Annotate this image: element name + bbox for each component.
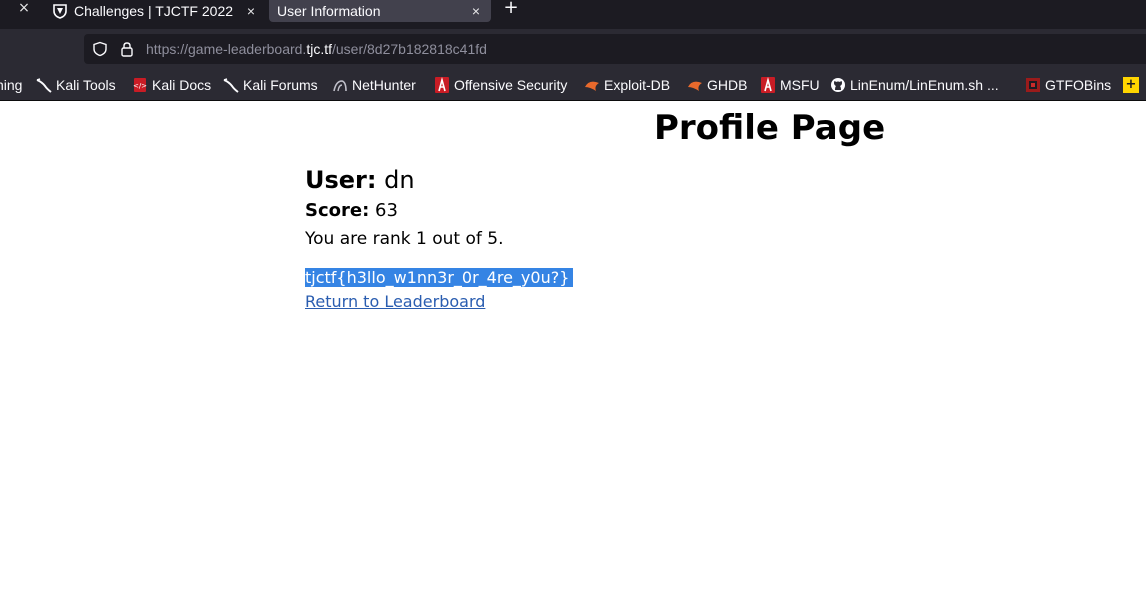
lock-icon[interactable] bbox=[119, 41, 135, 57]
offsec-icon bbox=[760, 76, 776, 93]
tab-label: User Information bbox=[277, 3, 381, 19]
bookmark-ghdb[interactable]: GHDB bbox=[687, 76, 747, 94]
bookmark-label: LinEnum/LinEnum.sh ... bbox=[850, 77, 999, 93]
user-line: User: dn bbox=[305, 166, 415, 194]
tab-challenges[interactable]: Challenges | TJCTF 2022 × bbox=[44, 0, 266, 22]
tjctf-shield-icon bbox=[52, 3, 68, 19]
bookmark-item[interactable]: ning bbox=[0, 76, 22, 94]
bookmark-label: GTFOBins bbox=[1045, 77, 1112, 93]
new-tab-button[interactable]: + bbox=[500, 0, 522, 18]
score-label: Score: bbox=[305, 200, 370, 221]
bookmark-kali-forums[interactable]: Kali Forums bbox=[223, 76, 318, 94]
return-to-leaderboard-link[interactable]: Return to Leaderboard bbox=[305, 292, 485, 311]
bookmark-label: Kali Docs bbox=[152, 77, 212, 93]
bookmarks-overflow-button[interactable]: + bbox=[1123, 77, 1139, 93]
tracking-protection-icon[interactable] bbox=[92, 41, 108, 57]
gtfobins-icon bbox=[1025, 77, 1041, 93]
nethunter-icon bbox=[332, 77, 348, 93]
bookmark-kali-docs[interactable]: </> Kali Docs bbox=[132, 76, 211, 94]
url-path: /user/8d27b182818c41fd bbox=[332, 41, 487, 57]
score-value: 63 bbox=[375, 200, 398, 221]
bookmark-label: NetHunter bbox=[352, 77, 416, 93]
bookmark-label: Kali Tools bbox=[56, 77, 116, 93]
bookmark-gtfobins[interactable]: GTFOBins bbox=[1025, 76, 1111, 94]
url-host: tjc.tf bbox=[306, 41, 332, 57]
bookmark-label: ning bbox=[0, 77, 23, 93]
bookmark-offensive-security[interactable]: Offensive Security bbox=[434, 76, 567, 94]
score-line: Score: 63 bbox=[305, 200, 398, 221]
close-tab-button[interactable]: × bbox=[14, 0, 34, 18]
close-icon[interactable]: × bbox=[467, 3, 485, 19]
user-label: User: bbox=[305, 166, 377, 194]
bookmark-msfu[interactable]: MSFU bbox=[760, 76, 820, 94]
bookmark-label: MSFU bbox=[780, 77, 820, 93]
close-icon[interactable]: × bbox=[242, 3, 260, 19]
svg-text:</>: </> bbox=[133, 82, 147, 90]
tab-user-information[interactable]: User Information × bbox=[269, 0, 491, 22]
exploitdb-icon bbox=[584, 77, 600, 93]
bookmark-label: Kali Forums bbox=[243, 77, 318, 93]
username-value: dn bbox=[384, 166, 415, 194]
bookmark-linenum[interactable]: LinEnum/LinEnum.sh ... bbox=[830, 76, 999, 94]
flag-text-selected[interactable]: tjctf{h3llo_w1nn3r_0r_4re_y0u?} bbox=[305, 268, 574, 287]
url-prefix: https://game-leaderboard. bbox=[146, 41, 307, 57]
rank-text: You are rank 1 out of 5. bbox=[305, 229, 504, 249]
bookmark-label: Offensive Security bbox=[454, 77, 568, 93]
kali-docs-icon: </> bbox=[132, 77, 148, 93]
exploitdb-icon bbox=[687, 77, 703, 93]
kali-dragon-icon bbox=[36, 77, 52, 93]
url-text[interactable]: https://game-leaderboard.tjc.tf/user/8d2… bbox=[146, 41, 487, 57]
github-icon bbox=[830, 77, 846, 93]
page-title: Profile Page bbox=[654, 108, 886, 148]
tab-label: Challenges | TJCTF 2022 bbox=[74, 3, 234, 19]
bookmark-label: GHDB bbox=[707, 77, 748, 93]
bookmark-label: Exploit-DB bbox=[604, 77, 671, 93]
offsec-icon bbox=[434, 76, 450, 93]
bookmark-nethunter[interactable]: NetHunter bbox=[332, 76, 416, 94]
kali-dragon-icon bbox=[223, 77, 239, 93]
bookmark-kali-tools[interactable]: Kali Tools bbox=[36, 76, 116, 94]
bookmark-exploit-db[interactable]: Exploit-DB bbox=[584, 76, 670, 94]
